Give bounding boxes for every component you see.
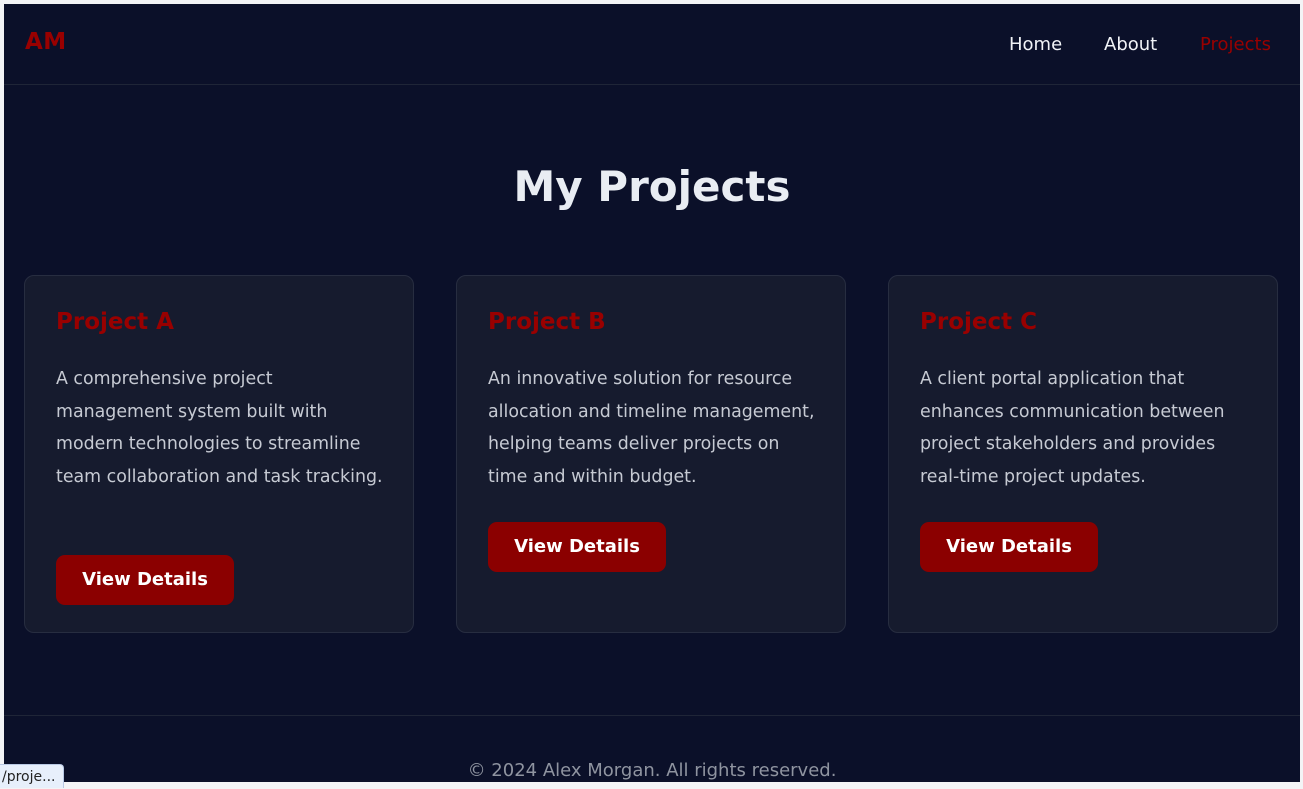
project-card-description: A client portal application that enhance…: [920, 369, 1225, 487]
project-card-a: Project A A comprehensive project manage…: [24, 275, 414, 633]
view-details-button[interactable]: View Details: [56, 555, 234, 605]
status-bar-url: /proje...: [0, 764, 65, 788]
project-card-b: Project B An innovative solution for res…: [456, 275, 846, 633]
project-card-title: Project B: [488, 309, 606, 335]
footer-divider: [4, 715, 1300, 716]
page: AM Home About Projects My Projects Proje…: [4, 4, 1300, 782]
nav-about-link[interactable]: About: [1104, 34, 1157, 55]
footer-copyright: © 2024 Alex Morgan. All rights reserved.: [467, 760, 837, 781]
navbar: AM Home About Projects: [4, 4, 1300, 85]
nav-projects-link[interactable]: Projects: [1200, 34, 1271, 55]
project-card-description: A comprehensive project management syste…: [56, 369, 383, 487]
view-details-button[interactable]: View Details: [488, 522, 666, 572]
view-details-button[interactable]: View Details: [920, 522, 1098, 572]
project-card-title: Project A: [56, 309, 174, 335]
page-title: My Projects: [513, 162, 791, 211]
project-card-title: Project C: [920, 309, 1037, 335]
nav-home-link[interactable]: Home: [1009, 34, 1062, 55]
project-card-c: Project C A client portal application th…: [888, 275, 1278, 633]
project-card-description: An innovative solution for resource allo…: [488, 369, 815, 487]
logo[interactable]: AM: [25, 29, 67, 55]
